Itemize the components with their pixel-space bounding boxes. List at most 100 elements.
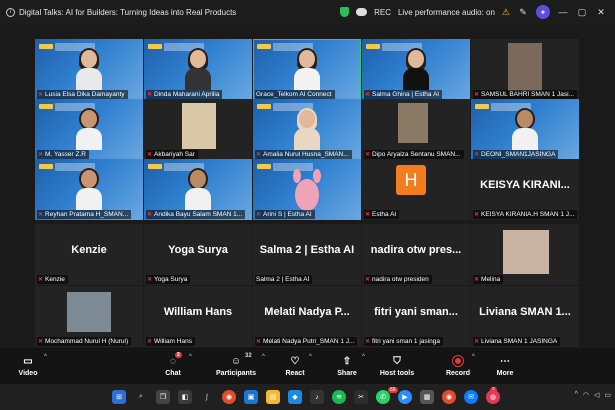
participant-video — [294, 48, 320, 90]
chrome-browser-icon[interactable]: ◉ — [222, 390, 236, 404]
participant-tile[interactable]: Salma 2 | Estha AI Salma 2 | Estha AI — [253, 224, 361, 285]
media-app-icon[interactable]: ♪ — [310, 390, 324, 404]
participant-name-label: ✕ Salma Ghina | Estha AI — [364, 90, 443, 99]
maximize-button[interactable]: ▢ — [576, 7, 588, 18]
search-icon[interactable]: ⌕ — [134, 390, 148, 404]
participants-count: 32 — [245, 353, 252, 359]
participant-name: KEISYA KIRANIA.H SMAN 1 J... — [481, 211, 575, 218]
whatsapp-unread-badge: 66 — [388, 387, 398, 393]
close-button[interactable]: ✕ — [595, 7, 607, 18]
participant-name-label: ✕ Melina — [473, 275, 504, 284]
record-options-chevron-icon[interactable]: ^ — [472, 354, 475, 360]
messenger-icon[interactable]: ✉ — [464, 390, 478, 404]
participant-tile[interactable]: ✕ Andika Bayu Salam SMAN 1... — [144, 159, 252, 220]
participant-video — [76, 108, 102, 150]
battery-icon[interactable]: ▭ — [604, 391, 611, 399]
participant-tile-active-speaker[interactable]: Grace_Telkom AI Connect — [253, 39, 361, 100]
event-logo — [39, 44, 53, 49]
edit-pencil-icon[interactable]: ✎ — [517, 6, 529, 18]
wifi-icon[interactable]: ◠ — [583, 391, 589, 399]
spotify-icon[interactable]: ≋ — [332, 390, 346, 404]
participant-tile[interactable]: ✕ Arini S | Estha AI — [253, 159, 361, 220]
participant-tile[interactable]: nadira otw pres... ✕ nadira otw presiden — [362, 224, 470, 285]
cloud-record-icon — [356, 8, 368, 16]
participant-tile[interactable]: ✕ Melina — [471, 224, 579, 285]
minimize-button[interactable]: — — [557, 7, 569, 17]
mic-muted-icon: ✕ — [256, 152, 262, 158]
participant-tile[interactable]: ✕ Dinda Maharani Aprilia — [144, 39, 252, 100]
record-button[interactable]: Record — [443, 348, 473, 384]
windows-start-icon[interactable]: ⊞ — [112, 390, 126, 404]
host-tools-label: Host tools — [379, 370, 415, 377]
participant-tile[interactable]: ✕ Reyhan Pratama H_SMAN... — [35, 159, 143, 220]
event-logo — [148, 44, 162, 49]
tray-chevron-icon[interactable]: ^ — [575, 391, 578, 399]
participant-tile[interactable]: ✕ Akbariyah Sar — [144, 99, 252, 160]
participant-tile[interactable]: Melati Nadya P... ✕ Melati Nadya Putri_SM… — [253, 286, 361, 347]
video-button-label: Video — [18, 370, 38, 377]
participant-tile[interactable]: ✕ Dipo Aryalza Sentanu SMAN... — [362, 99, 470, 160]
participants-options-chevron-icon[interactable]: ^ — [262, 354, 265, 360]
pen-app-icon[interactable]: ∫ — [200, 390, 214, 404]
capcut-icon[interactable]: ✂ — [354, 390, 368, 404]
share-screen-icon: ⇧ — [342, 355, 352, 367]
live-audio-label[interactable]: Live performance audio: on — [398, 8, 495, 17]
host-tools-button[interactable]: ⛉ Host tools — [378, 348, 416, 384]
chrome-profile-icon[interactable]: ◉ — [442, 390, 456, 404]
react-button[interactable]: ♡ React — [282, 348, 308, 384]
participant-tile[interactable]: ✕ Mochammad Nurul H (Nurul) — [35, 286, 143, 347]
participant-name-label: ✕ Dipo Aryalza Sentanu SMAN... — [364, 150, 464, 159]
widgets-icon[interactable]: ◧ — [178, 390, 192, 404]
participant-name: Mochammad Nurul H (Nurul) — [45, 338, 129, 345]
participant-display-name: Yoga Surya — [168, 244, 228, 256]
participant-name: Andika Bayu Salam SMAN 1... — [154, 211, 243, 218]
event-logo — [475, 104, 489, 109]
mic-muted-icon: ✕ — [474, 339, 480, 345]
app-icon[interactable]: ▦ — [420, 390, 434, 404]
participants-button-label: Participants — [215, 370, 257, 377]
pinned-app-icon[interactable]: ◍ — [486, 390, 500, 404]
participant-tile[interactable]: William Hans ✕ William Hans — [144, 286, 252, 347]
participant-tile[interactable]: Yoga Surya ✕ Yoga Surya — [144, 224, 252, 285]
participant-tile[interactable]: ✕ Salma Ghina | Estha AI — [362, 39, 470, 100]
participant-name-label: ✕ DEONI_SMAN1JASINGA — [473, 150, 559, 159]
ai-companion-icon[interactable]: ✦ — [536, 5, 550, 19]
participant-name-label: ✕ Yoga Surya — [146, 275, 191, 284]
participant-name: Melina — [481, 276, 501, 283]
participant-tile[interactable]: ✕ DEONI_SMAN1JASINGA — [471, 99, 579, 160]
share-button-label: Share — [337, 370, 357, 377]
participant-tile[interactable]: Kenzie ✕ Kenzie — [35, 224, 143, 285]
participant-tile[interactable]: Liviana SMAN 1... ✕ Liviana SMAN 1 JASING… — [471, 286, 579, 347]
chat-options-chevron-icon[interactable]: ^ — [189, 354, 192, 360]
info-icon[interactable]: i — [6, 7, 15, 17]
task-view-icon[interactable]: ❐ — [156, 390, 170, 404]
react-options-chevron-icon[interactable]: ^ — [309, 354, 312, 360]
share-button[interactable]: ⇧ Share — [334, 348, 360, 384]
chat-button[interactable]: ◌ Chat 2 — [160, 348, 186, 384]
volume-icon[interactable]: ◁ — [594, 391, 599, 399]
participant-name: Yoga Surya — [154, 276, 188, 283]
video-options-chevron-icon[interactable]: ^ — [44, 354, 47, 360]
share-options-chevron-icon[interactable]: ^ — [362, 354, 365, 360]
participant-name-label: Grace_Telkom AI Connect — [255, 90, 335, 99]
participants-button[interactable]: ☺ Participants 32 — [214, 348, 258, 384]
participant-name: Arini S | Estha AI — [263, 211, 312, 218]
participant-name-label: ✕ Melati Nadya Putri_SMAN 1 J... — [255, 337, 358, 346]
participant-tile[interactable]: KEISYA KIRANI... ✕ KEISYA KIRANIA.H SMAN … — [471, 159, 579, 220]
mic-muted-icon: ✕ — [147, 339, 153, 345]
more-button[interactable]: ⋯ More — [492, 348, 518, 384]
participant-tile[interactable]: ✕ Lusia Elsa Dika Damayanty — [35, 39, 143, 100]
video-button[interactable]: ▭ Video — [14, 348, 42, 384]
participant-tile[interactable]: H ✕ Estha AI — [362, 159, 470, 220]
file-explorer-icon[interactable]: ▤ — [266, 390, 280, 404]
record-button-label: Record — [445, 370, 471, 377]
participant-name: Reyhan Pratama H_SMAN... — [45, 211, 129, 218]
store-app-icon[interactable]: ◆ — [288, 390, 302, 404]
participant-tile[interactable]: ✕ SAMSUL BAHRI SMAN 1 Jasi... — [471, 39, 579, 100]
participant-tile[interactable]: fitri yani sman... ✕ fitri yani sman 1 ja… — [362, 286, 470, 347]
zoom-meeting-icon[interactable]: ▶ — [398, 390, 412, 404]
zoom-app-icon[interactable]: ▣ — [244, 390, 258, 404]
security-shield-icon[interactable] — [340, 7, 350, 17]
participant-tile[interactable]: ✕ M. Yasser Z.R — [35, 99, 143, 160]
participant-tile[interactable]: ✕ Amalia Nurul Husna_SMAN... — [253, 99, 361, 160]
